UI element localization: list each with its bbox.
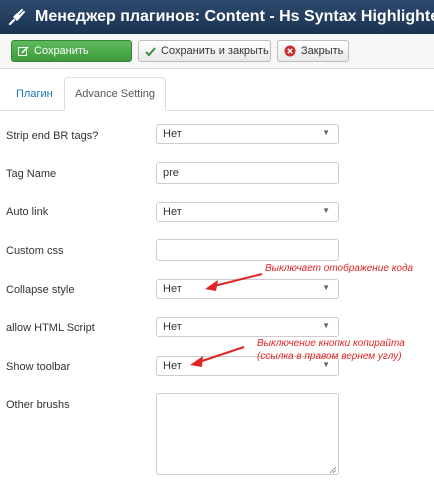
- close-label: Закрыть: [301, 45, 344, 57]
- collapse-style-label: Collapse style: [6, 284, 75, 296]
- collapse-style-select[interactable]: Нет ▼: [156, 279, 339, 299]
- save-and-close-label: Сохранить и закрыть: [161, 45, 269, 57]
- toolbar-annotation-line2: (ссылка в правом вернем углу): [257, 351, 402, 362]
- tag-name-label: Tag Name: [6, 168, 57, 180]
- close-button[interactable]: Закрыть: [277, 40, 349, 62]
- custom-css-label: Custom css: [6, 245, 64, 257]
- tag-name-input[interactable]: pre: [156, 162, 339, 184]
- check-icon: [145, 46, 156, 57]
- collapse-annotation: Выключает отображение кода: [265, 263, 414, 274]
- collapse-style-value: Нет: [163, 283, 182, 295]
- auto-link-label: Auto link: [6, 206, 49, 218]
- save-button[interactable]: Сохранить: [11, 40, 132, 62]
- strip-br-label: Strip end BR tags?: [6, 130, 99, 142]
- title-bar: Менеджер плагинов: Content - Hs Syntax H…: [0, 0, 434, 34]
- tab-advance-setting[interactable]: Advance Setting: [64, 77, 166, 111]
- allow-html-value: Нет: [163, 321, 182, 333]
- show-toolbar-label: Show toolbar: [6, 361, 71, 373]
- show-toolbar-value: Нет: [163, 360, 182, 372]
- tag-name-value: pre: [163, 167, 179, 179]
- page-title: Менеджер плагинов: Content - Hs Syntax H…: [35, 8, 434, 25]
- custom-css-input[interactable]: [156, 239, 339, 261]
- save-and-close-button[interactable]: Сохранить и закрыть: [138, 40, 271, 62]
- allow-html-label: allow HTML Script: [6, 322, 95, 334]
- cancel-icon: [284, 45, 296, 57]
- chevron-down-icon: ▼: [322, 283, 330, 292]
- edit-icon: [18, 45, 29, 57]
- chevron-down-icon: ▼: [322, 206, 330, 215]
- plug-icon: [7, 7, 27, 27]
- chevron-down-icon: ▼: [322, 321, 330, 330]
- strip-br-value: Нет: [163, 128, 182, 140]
- tab-plugin[interactable]: Плагин: [6, 77, 62, 110]
- other-brushs-textarea[interactable]: [156, 393, 339, 475]
- chevron-down-icon: ▼: [322, 128, 330, 137]
- other-brushs-label: Other brushs: [6, 399, 70, 411]
- toolbar: Сохранить Сохранить и закрыть Закрыть: [0, 34, 434, 69]
- strip-br-select[interactable]: Нет ▼: [156, 124, 339, 144]
- toolbar-annotation-line1: Выключение кнопки копирайта: [257, 338, 405, 349]
- save-label: Сохранить: [34, 45, 89, 57]
- auto-link-value: Нет: [163, 206, 182, 218]
- allow-html-select[interactable]: Нет ▼: [156, 317, 339, 337]
- auto-link-select[interactable]: Нет ▼: [156, 202, 339, 222]
- tab-bar: Плагин Advance Setting: [0, 77, 434, 111]
- resize-grip-icon[interactable]: [329, 465, 337, 474]
